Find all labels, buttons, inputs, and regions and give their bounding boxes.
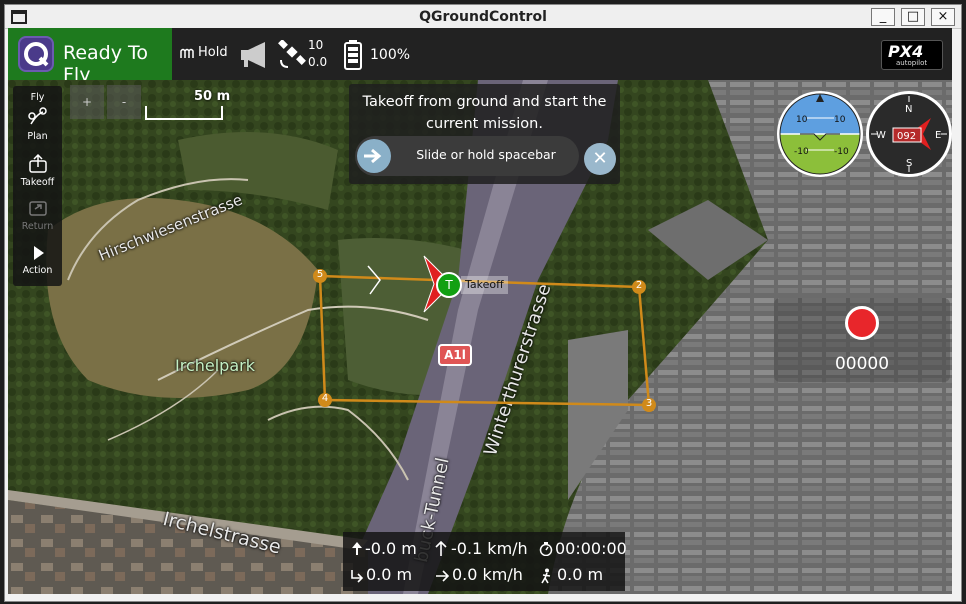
compass-n: N [905,104,912,115]
map-scale-bar [145,106,223,120]
maximize-button[interactable]: □ [901,8,925,26]
messages-indicator[interactable] [239,40,271,70]
title-bar[interactable]: QGroundControl _ □ × [5,5,961,29]
zoom-out-button[interactable]: - [107,85,141,119]
telemetry-bar: -0.0 m -0.1 km/h 00:00:00 0.0 m 0.0 km/h… [343,532,627,591]
px4-logo: PX4 autopilot [881,40,943,70]
action-label: Action [22,265,53,276]
timer-icon [539,542,553,556]
cancel-action-button[interactable]: ✕ [584,143,616,175]
fly-tool-takeoff[interactable]: Takeoff [13,152,62,188]
confirm-slider[interactable]: Slide or hold spacebar [355,136,579,176]
waypoint-5[interactable]: 5 [313,269,327,283]
return-icon [28,201,47,216]
px4-logo-subtext: autopilot [896,59,928,67]
minimize-button[interactable]: _ [871,8,895,26]
guided-action-confirm: Takeoff from ground and start the curren… [349,84,620,184]
climb-rate-icon [435,541,447,556]
zoom-in-button[interactable]: + [70,85,104,119]
vertical-speed-value: -0.1 km/h [451,539,528,558]
takeoff-marker[interactable]: T [436,272,462,298]
fly-tool-fly[interactable]: Fly [13,92,62,103]
waypoint-4[interactable]: 4 [318,393,332,407]
compass-indicator: N E S W 092 [866,91,952,177]
plan-label: Plan [27,131,48,142]
altitude-icon [352,542,362,555]
fly-tool-plan[interactable]: Plan [13,106,62,142]
fly-label: Fly [30,92,45,103]
pitch-up-left: 10 [796,115,808,125]
takeoff-label: Takeoff [461,276,508,294]
ground-speed-value: 0.0 km/h [452,565,523,584]
map-scale-label: 50 m [194,89,231,104]
pitch-up-right: 10 [834,115,846,125]
waypoint-3[interactable]: 3 [642,398,656,412]
record-button[interactable] [845,306,879,340]
fly-tool-return[interactable]: Return [13,196,62,232]
map-view[interactable]: Hirschwiesenstrasse Irchelpark Winterthu… [8,80,952,594]
satellite-icon [278,40,306,68]
gcs-distance-icon [541,568,551,584]
flight-mode-label: Hold [198,45,228,60]
gps-hdop-value: 0.0 [308,55,328,69]
waypoint-2[interactable]: 2 [632,280,646,294]
return-label: Return [21,221,54,232]
gcs-distance-value: 0.0 m [557,565,604,584]
record-counter: 00000 [834,354,890,374]
slider-arrow-icon[interactable] [357,139,391,173]
flight-mode-indicator[interactable]: Hold [180,44,240,66]
battery-percent: 100% [370,47,411,63]
battery-icon [344,40,362,70]
compass-w: W [876,130,886,141]
qgc-logo-icon [24,42,49,67]
flight-mode-icon [180,48,194,58]
plan-icon [27,107,47,125]
takeoff-icon [28,153,47,173]
guided-action-message: Takeoff from ground and start the curren… [362,94,607,132]
altitude-value: -0.0 m [365,539,417,558]
home-distance-icon [351,570,364,583]
compass-e: E [935,130,941,141]
attitude-indicator: 10 10 -10 -10 [777,91,863,177]
window-title: QGroundControl [419,9,547,25]
takeoff-tool-label: Takeoff [20,177,55,188]
close-button[interactable]: × [931,8,955,26]
fly-tool-action[interactable]: Action [13,244,62,276]
direction-arrow [367,265,381,295]
fly-tool-strip: Fly Plan Takeoff Return Action [13,86,62,286]
heading-readout: 092 [897,131,916,142]
ground-speed-icon [436,570,449,582]
gps-indicator[interactable]: 10 0.0 [278,38,330,72]
action-icon [33,246,44,260]
qgc-logo-button[interactable] [18,36,54,72]
pitch-down-right: -10 [834,147,849,157]
compass-s: S [906,158,912,169]
vehicle-status-area[interactable]: Ready To Fly [8,28,172,86]
slider-hint: Slide or hold spacebar [416,147,556,162]
home-distance-value: 0.0 m [366,565,413,584]
video-recorder-panel: 00000 [774,298,950,382]
battery-indicator[interactable]: 100% [343,40,413,70]
mission-path [318,274,651,407]
flight-time-value: 00:00:00 [555,539,627,558]
main-toolbar: Ready To Fly Hold 10 0.0 100% PX4 autopi… [8,28,952,86]
megaphone-icon [241,42,265,68]
gps-satellite-count: 10 [308,38,324,52]
pitch-down-left: -10 [794,147,809,157]
